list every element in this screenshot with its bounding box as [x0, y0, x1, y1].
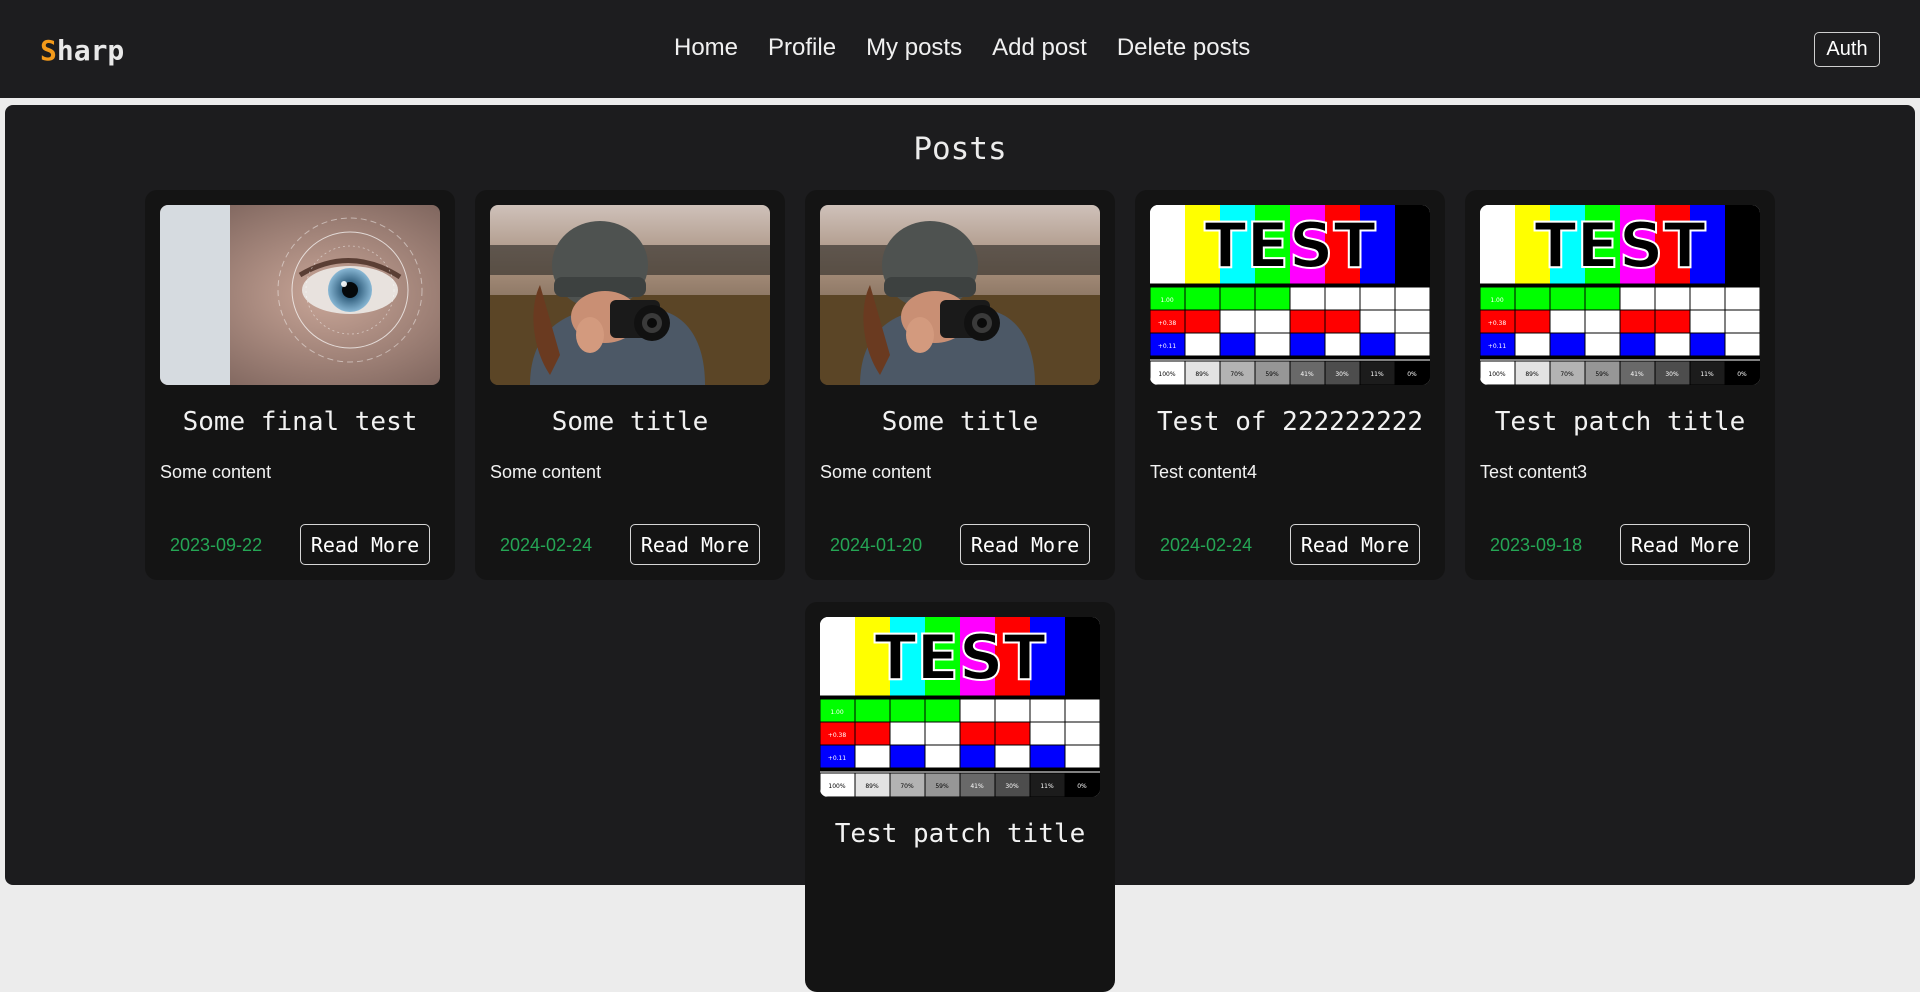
svg-text:0%: 0%: [1077, 783, 1087, 790]
post-title: Test of 222222222: [1156, 407, 1424, 437]
svg-text:+0.11: +0.11: [1158, 343, 1177, 350]
post-card: Some title Some content 2024-01-20 Read …: [805, 190, 1115, 580]
post-date: 2023-09-18: [1490, 535, 1583, 555]
svg-text:41%: 41%: [970, 783, 984, 790]
nav-my-posts-link[interactable]: My posts: [866, 34, 962, 62]
svg-text:59%: 59%: [1265, 371, 1279, 378]
svg-text:TEST: TEST: [1534, 209, 1706, 282]
post-content: Some content: [820, 462, 932, 482]
svg-text:41%: 41%: [1630, 371, 1644, 378]
svg-text:30%: 30%: [1665, 371, 1679, 378]
read-more-button[interactable]: Read More: [1620, 524, 1750, 565]
post-title: Some title: [881, 407, 1039, 437]
nav-add-post-link[interactable]: Add post: [992, 34, 1087, 62]
brand-rest: harp: [56, 34, 125, 67]
svg-text:1.00: 1.00: [1490, 297, 1504, 304]
svg-text:70%: 70%: [1560, 371, 1574, 378]
post-card: 1.00 +0.38 +0.11 100% 89% 70% 59% 41% 30% 11% 0% TE…: [805, 602, 1115, 992]
post-content: Test content3: [1480, 462, 1588, 482]
post-date: 2023-09-22: [170, 535, 263, 555]
nav-profile-link[interactable]: Profile: [768, 34, 836, 62]
post-content: Test content4: [1150, 462, 1258, 482]
navbar: Sharp Home Profile My posts Add post Del…: [0, 0, 1920, 98]
svg-text:TEST: TEST: [1204, 209, 1376, 282]
svg-text:+0.38: +0.38: [1158, 320, 1177, 327]
svg-text:70%: 70%: [1230, 371, 1244, 378]
read-more-button[interactable]: Read More: [1290, 524, 1420, 565]
svg-text:+0.38: +0.38: [828, 732, 847, 739]
svg-text:11%: 11%: [1040, 783, 1054, 790]
post-title: Some final test: [182, 407, 418, 437]
post-image-test-pattern[interactable]: 1.00 +0.38 +0.11 100% 89% 70% 59% 41% 30% 11% 0% TE…: [820, 617, 1100, 797]
nav-home-link[interactable]: Home: [674, 34, 738, 62]
post-card: 1.00 +0.38 +0.11 100% 89% 70% 59% 41% 30% 11% 0% TE…: [1465, 190, 1775, 580]
post-card: Some final test Some content 2023-09-22 …: [145, 190, 455, 580]
read-more-button[interactable]: Read More: [300, 524, 430, 565]
post-title: Some title: [551, 407, 709, 437]
post-image-photographer[interactable]: [490, 205, 770, 385]
svg-text:30%: 30%: [1335, 371, 1349, 378]
svg-text:1.00: 1.00: [830, 709, 844, 716]
post-title: Test patch title: [1494, 407, 1746, 437]
brand-logo[interactable]: Sharp: [40, 34, 124, 67]
page-title: Posts: [913, 131, 1007, 167]
svg-text:89%: 89%: [1195, 371, 1209, 378]
post-image-photographer[interactable]: [820, 205, 1100, 385]
nav-links: Home Profile My posts Add post Delete po…: [674, 34, 1250, 62]
post-image-eye-scan[interactable]: [160, 205, 440, 385]
posts-container: Posts Some final test Some content 2023-…: [5, 105, 1915, 992]
post-date: 2024-02-24: [500, 535, 593, 555]
svg-text:0%: 0%: [1737, 371, 1747, 378]
post-card: 1.00 +0.38 +0.11 100% 89% 70% 59% 41% 30% 11% 0% TE…: [1135, 190, 1445, 580]
svg-text:89%: 89%: [865, 783, 879, 790]
svg-text:100%: 100%: [828, 783, 845, 790]
svg-text:30%: 30%: [1005, 783, 1019, 790]
read-more-button[interactable]: Read More: [630, 524, 760, 565]
svg-text:100%: 100%: [1488, 371, 1505, 378]
svg-text:+0.11: +0.11: [1488, 343, 1507, 350]
svg-text:TEST: TEST: [874, 621, 1046, 694]
post-date: 2024-02-24: [1160, 535, 1253, 555]
svg-text:89%: 89%: [1525, 371, 1539, 378]
nav-delete-posts-link[interactable]: Delete posts: [1117, 34, 1250, 62]
post-card: Some title Some content 2024-02-24 Read …: [475, 190, 785, 580]
svg-text:100%: 100%: [1158, 371, 1175, 378]
svg-text:11%: 11%: [1370, 371, 1384, 378]
svg-text:1.00: 1.00: [1160, 297, 1174, 304]
read-more-button[interactable]: Read More: [960, 524, 1090, 565]
post-content: Some content: [160, 462, 272, 482]
svg-text:0%: 0%: [1407, 371, 1417, 378]
auth-button[interactable]: Auth: [1814, 32, 1880, 67]
brand-initial: S: [40, 34, 57, 67]
svg-text:+0.38: +0.38: [1488, 320, 1507, 327]
svg-text:11%: 11%: [1700, 371, 1714, 378]
post-content: Some content: [490, 462, 602, 482]
post-date: 2024-01-20: [830, 535, 923, 555]
svg-text:59%: 59%: [1595, 371, 1609, 378]
svg-text:59%: 59%: [935, 783, 949, 790]
post-title: Test patch title: [834, 819, 1086, 849]
post-image-test-pattern[interactable]: 1.00 +0.38 +0.11 100% 89% 70% 59% 41% 30% 11% 0% TE…: [1480, 205, 1760, 385]
svg-text:70%: 70%: [900, 783, 914, 790]
svg-text:+0.11: +0.11: [828, 755, 847, 762]
post-image-test-pattern[interactable]: 1.00 +0.38 +0.11 100% 89% 70% 59% 41% 30% 11% 0% TE…: [1150, 205, 1430, 385]
svg-text:41%: 41%: [1300, 371, 1314, 378]
